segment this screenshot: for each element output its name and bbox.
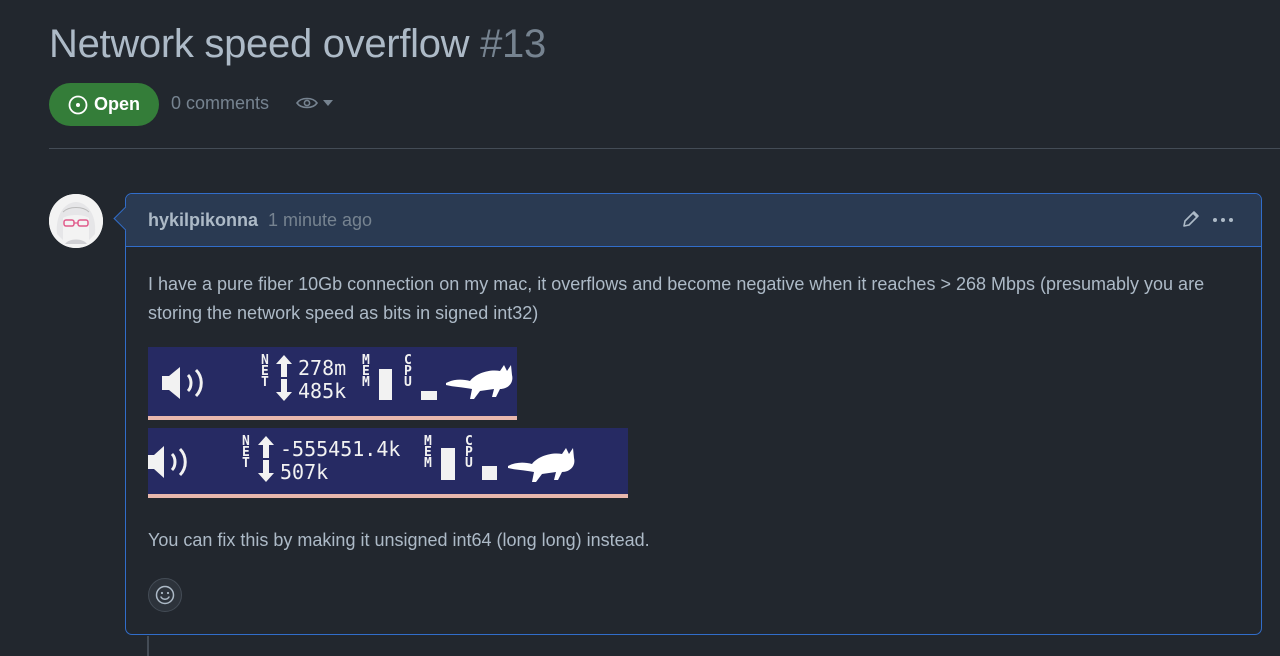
kebab-icon[interactable] [1213, 218, 1233, 222]
header-divider [49, 148, 1280, 149]
issue-open-icon [68, 95, 88, 114]
avatar-illustration [49, 194, 103, 248]
net-label: NET [242, 434, 250, 471]
comment-author[interactable]: hykilpikonna [148, 210, 258, 231]
up-arrow-icon [258, 436, 274, 458]
mem-label: MEM [424, 434, 432, 471]
author-avatar[interactable] [49, 194, 103, 248]
comment-header: hykilpikonna 1 minute ago [126, 194, 1261, 247]
up-arrow-icon [276, 355, 292, 377]
cpu-label: CPU [404, 353, 412, 390]
net-down-value: 507k [280, 460, 329, 484]
add-reaction-button[interactable] [148, 578, 182, 612]
mem-bar [379, 369, 392, 400]
cpu-bar [482, 466, 497, 480]
comment-box: hykilpikonna 1 minute ago I have a pure … [113, 193, 1262, 635]
down-arrow-icon [276, 379, 292, 401]
issue-number: #13 [480, 22, 546, 66]
net-up-value: 278m [298, 356, 347, 380]
comment-footer-text: You can fix this by making it unsigned i… [148, 530, 650, 550]
menubar-screenshot-1: NET 278m 485k MEM CPU [148, 347, 517, 420]
cat-icon [508, 448, 575, 482]
net-label: NET [261, 353, 269, 390]
speaker-icon [162, 367, 203, 399]
screenshot-stripe [148, 494, 628, 498]
chevron-down-icon [323, 100, 333, 106]
watch-button[interactable] [296, 96, 333, 110]
timeline-line [147, 636, 149, 656]
net-down-value: 485k [298, 379, 347, 403]
screenshot-stripe [148, 416, 517, 420]
mem-bar [441, 448, 455, 480]
issue-title: Network speed overflow #13 [49, 22, 546, 67]
cpu-label: CPU [465, 434, 473, 471]
speaker-icon [148, 446, 187, 478]
issue-state-label: Open [93, 94, 140, 114]
mem-label: MEM [362, 353, 370, 390]
net-up-value: -555451.4k [280, 437, 401, 461]
cpu-bar [421, 391, 437, 400]
comment-count[interactable]: 0 comments [171, 93, 269, 114]
down-arrow-icon [258, 460, 274, 482]
issue-state-badge: Open [49, 83, 159, 126]
smiley-icon [155, 585, 175, 605]
pencil-icon[interactable] [1181, 209, 1201, 229]
issue-title-text: Network speed overflow [49, 22, 470, 66]
menubar-screenshot-2: NET -555451.4k 507k MEM CPU [148, 428, 628, 498]
comment-time[interactable]: 1 minute ago [268, 210, 372, 231]
cat-icon [446, 365, 513, 399]
comment-body: I have a pure fiber 10Gb connection on m… [148, 274, 1205, 323]
eye-icon [296, 97, 318, 109]
